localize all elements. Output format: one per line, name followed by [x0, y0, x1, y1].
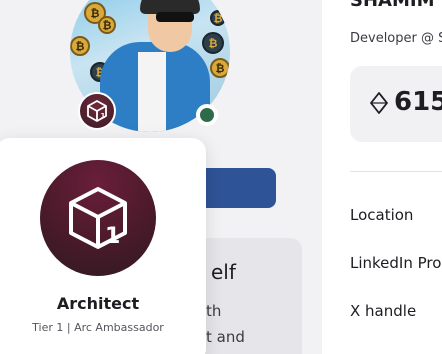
profile-name: SHAMIM — [350, 0, 435, 11]
info-label-x-handle: X handle — [350, 302, 417, 320]
cube-icon: 1 — [87, 100, 107, 122]
tier-badge-small[interactable]: 1 — [78, 92, 116, 130]
info-label-linkedin: LinkedIn Pro — [350, 254, 442, 272]
about-text: th t and — [206, 298, 296, 350]
cube-icon: 1 — [69, 187, 127, 249]
divider — [350, 171, 442, 172]
profile-role: Developer @ S — [350, 31, 442, 46]
about-title: elf — [211, 260, 236, 284]
svg-text:1: 1 — [101, 112, 106, 120]
about-text-line: th — [206, 302, 222, 320]
tier-badge-large: 1 — [40, 160, 156, 276]
diamond-icon — [370, 92, 388, 114]
right-panel — [322, 0, 442, 354]
badge-title: Architect — [56, 294, 140, 313]
badge-subtitle: Tier 1 | Arc Ambassador — [32, 321, 164, 334]
points-value: 615 — [394, 87, 442, 117]
svg-text:1: 1 — [105, 224, 120, 249]
online-status-dot — [196, 104, 218, 126]
about-text-line: t and — [206, 328, 245, 346]
info-label-location: Location — [350, 206, 414, 224]
